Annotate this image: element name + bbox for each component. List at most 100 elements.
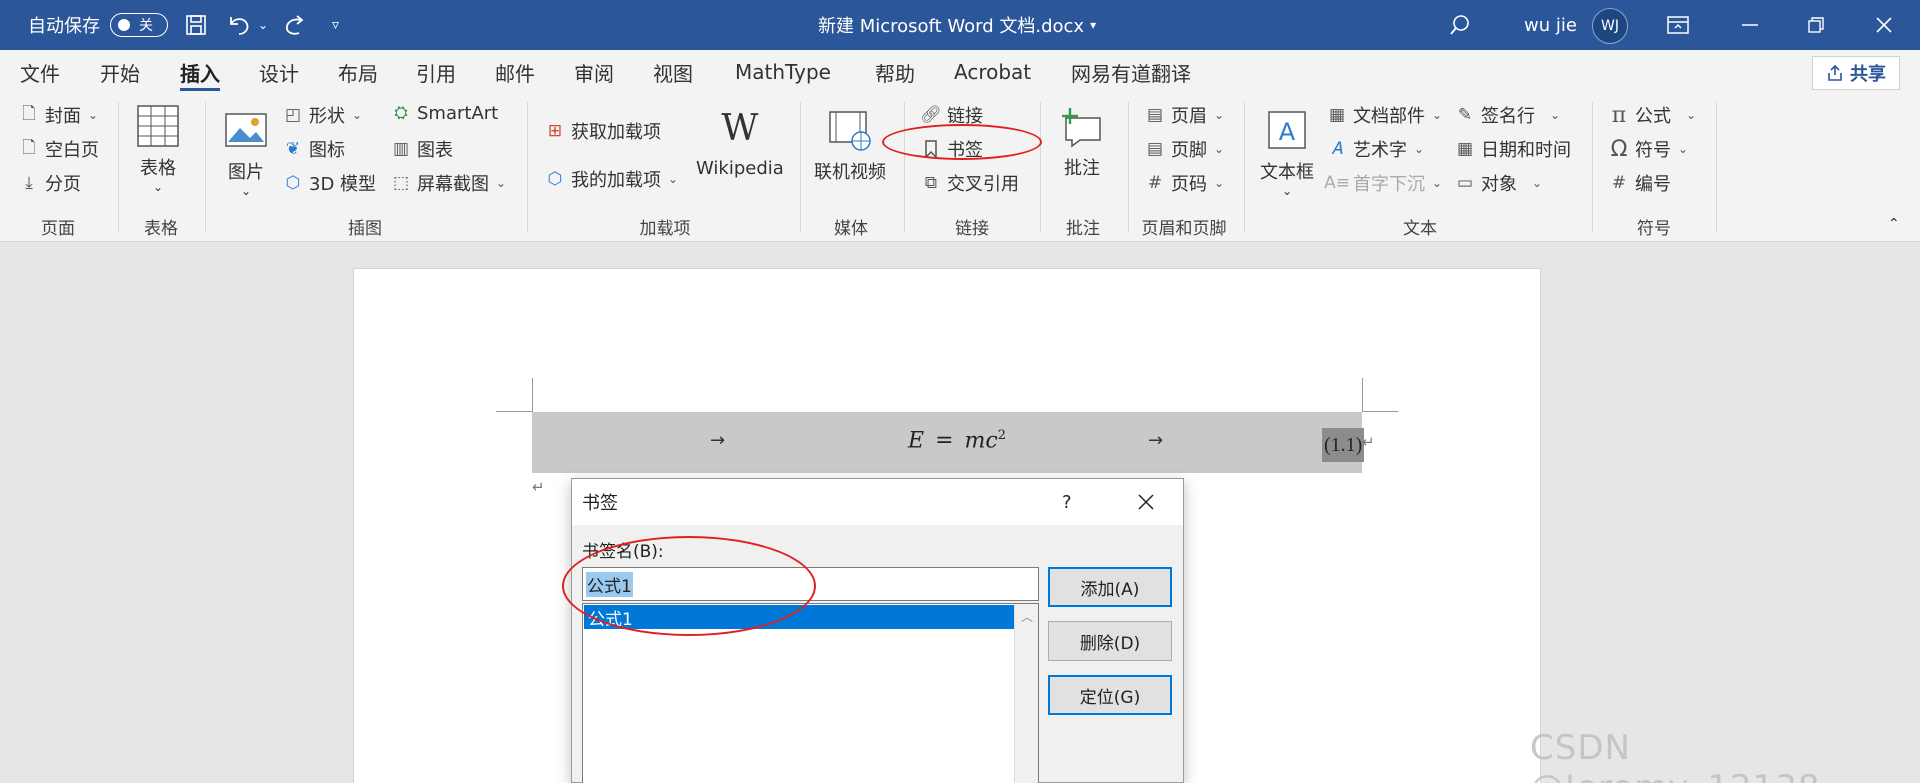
wikipedia-button[interactable]: W Wikipedia [696, 108, 784, 179]
tab-file[interactable]: 文件 [20, 50, 60, 94]
smartart-icon: ⛭ [394, 103, 408, 123]
undo-dropdown-icon[interactable]: ⌄ [258, 0, 268, 50]
tab-youdao[interactable]: 网易有道翻译 [1071, 50, 1191, 94]
tab-view[interactable]: 视图 [653, 50, 693, 94]
symbol-button[interactable]: Ω 符号 ⌄ [1608, 136, 1688, 162]
goto-button[interactable]: 定位(G) [1048, 675, 1172, 715]
page-number-button[interactable]: # 页码 ⌄ [1144, 170, 1224, 196]
tab-review[interactable]: 审阅 [574, 50, 614, 94]
share-button[interactable]: 共享 [1812, 56, 1900, 90]
text-box-icon: A [1268, 111, 1306, 149]
annotation-ellipse-bookmark-name [562, 536, 816, 636]
online-video-button[interactable]: 联机视频 [814, 108, 886, 184]
list-scrollbar[interactable]: ︿ [1014, 604, 1038, 783]
autosave-label: 自动保存 [28, 16, 100, 37]
close-window-icon[interactable] [1874, 0, 1894, 50]
tab-references[interactable]: 引用 [416, 50, 456, 94]
ribbon-display-icon[interactable] [1666, 0, 1690, 50]
icons-icon: ❦ [285, 139, 301, 159]
tab-arrow: → [710, 430, 726, 451]
number-button[interactable]: # 编号 [1608, 170, 1671, 196]
text-box-button[interactable]: A 文本框 ⌄ [1260, 108, 1314, 198]
tab-insert[interactable]: 插入 [180, 50, 220, 94]
help-button[interactable]: ? [1062, 479, 1072, 525]
user-name[interactable]: wu jie [1524, 0, 1577, 50]
undo-icon[interactable] [226, 0, 252, 50]
pictures-label: 图片 [228, 162, 264, 183]
group-label-comments: 批注 [1066, 219, 1100, 239]
minimize-icon[interactable] [1740, 0, 1760, 50]
avatar[interactable]: WJ [1592, 8, 1628, 44]
3d-models-button[interactable]: ⬡ 3D 模型 [282, 170, 376, 196]
date-time-label: 日期和时间 [1481, 140, 1571, 161]
cover-page-label: 封面 [45, 106, 81, 127]
tab-help[interactable]: 帮助 [875, 50, 915, 94]
annotation-ellipse-bookmark [882, 124, 1042, 160]
chevron-down-icon: ⌄ [1214, 108, 1225, 122]
shapes-icon: ◰ [284, 105, 302, 125]
table-button[interactable]: 表格 ⌄ [136, 104, 180, 194]
tab-acrobat[interactable]: Acrobat [954, 50, 1031, 94]
group-separator [1244, 102, 1245, 232]
customize-qat-icon[interactable]: ▿ [332, 0, 339, 50]
equation-number[interactable]: (1.1) [1322, 428, 1365, 462]
document-title[interactable]: 新建 Microsoft Word 文档.docx ▾ [818, 0, 1096, 50]
scroll-up-icon[interactable]: ︿ [1021, 608, 1033, 625]
quick-parts-button[interactable]: ▦ 文档部件 ⌄ [1326, 102, 1442, 128]
group-separator [904, 102, 905, 232]
chevron-down-icon: ⌄ [1686, 108, 1697, 122]
dialog-title-bar[interactable]: 书签 [572, 479, 1183, 525]
header-button[interactable]: ▤ 页眉 ⌄ [1144, 102, 1224, 128]
comment-button[interactable]: 批注 [1060, 104, 1104, 180]
add-button[interactable]: 添加(A) [1048, 567, 1172, 607]
redo-icon[interactable] [282, 0, 308, 50]
crop-mark [1362, 378, 1363, 412]
group-separator [205, 102, 206, 232]
close-icon [1138, 494, 1154, 510]
screenshot-button[interactable]: ⬚ 屏幕截图 ⌄ [390, 170, 506, 196]
delete-button[interactable]: 删除(D) [1048, 621, 1172, 661]
my-addins-button[interactable]: ⬡ 我的加载项 ⌄ [544, 166, 678, 192]
cross-reference-button[interactable]: ⧉ 交叉引用 [920, 170, 1019, 196]
tab-design[interactable]: 设计 [259, 50, 299, 94]
get-addins-button[interactable]: ⊞ 获取加载项 [544, 118, 661, 144]
blank-page-button[interactable]: 🗋 空白页 [18, 136, 99, 162]
cross-reference-icon: ⧉ [924, 173, 938, 193]
shapes-button[interactable]: ◰ 形状 ⌄ [282, 102, 362, 128]
autosave-toggle[interactable]: 关 [110, 13, 168, 37]
chevron-down-icon: ⌄ [1678, 142, 1689, 156]
save-icon[interactable] [184, 0, 208, 50]
equation-button[interactable]: π 公式 ⌄ [1608, 102, 1696, 128]
number-icon: # [1611, 173, 1627, 193]
wordart-button[interactable]: 𝐴 艺术字 ⌄ [1326, 136, 1424, 162]
chevron-down-icon: ⌄ [1532, 176, 1543, 190]
pictures-button[interactable]: 图片 ⌄ [224, 108, 268, 198]
date-time-button[interactable]: ▦ 日期和时间 [1454, 136, 1571, 162]
cover-page-button[interactable]: 🗋 封面 ⌄ [18, 102, 98, 128]
equation-rhs: mc [964, 428, 998, 454]
dialog-close-button[interactable] [1128, 479, 1164, 525]
tab-mailings[interactable]: 邮件 [495, 50, 535, 94]
tab-mathtype[interactable]: MathType [735, 50, 831, 94]
collapse-ribbon-icon[interactable]: ⌃ [1888, 216, 1900, 232]
cover-page-icon: 🗋 [22, 103, 36, 124]
cube-icon: ⬡ [285, 173, 301, 193]
chart-button[interactable]: ▥ 图表 [390, 136, 453, 162]
wordart-label: 艺术字 [1353, 140, 1407, 161]
group-separator [1592, 102, 1593, 232]
page-break-button[interactable]: ⤓ 分页 [18, 170, 81, 196]
smartart-button[interactable]: ⛭ SmartArt [390, 102, 498, 124]
icons-button[interactable]: ❦ 图标 [282, 136, 345, 162]
signature-line-button[interactable]: ✎ 签名行 ⌄ [1454, 102, 1560, 128]
paragraph-mark: ↵ [1362, 433, 1375, 451]
drop-cap-button[interactable]: A≡ 首字下沉 ⌄ [1324, 170, 1442, 196]
restore-icon[interactable] [1806, 0, 1826, 50]
search-icon[interactable] [1448, 0, 1472, 50]
tab-home[interactable]: 开始 [100, 50, 140, 94]
footer-button[interactable]: ▤ 页脚 ⌄ [1144, 136, 1224, 162]
group-separator [118, 102, 119, 232]
object-button[interactable]: ▭ 对象 ⌄ [1454, 170, 1542, 196]
equation[interactable]: E = mc2 [908, 428, 1006, 453]
tab-layout[interactable]: 布局 [338, 50, 378, 94]
chart-label: 图表 [417, 140, 453, 161]
